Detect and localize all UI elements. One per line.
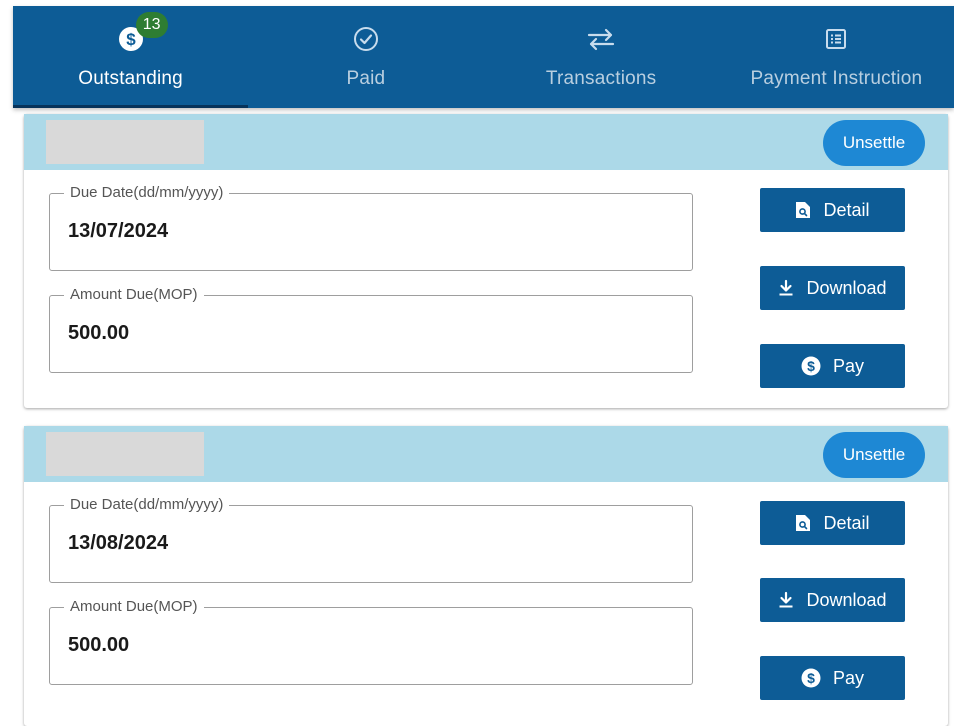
amount-due-field: Amount Due(MOP) 500.00 bbox=[49, 597, 693, 685]
pay-button[interactable]: $ Pay bbox=[760, 344, 905, 388]
dollar-circle-icon: $ bbox=[801, 668, 821, 688]
bill-card: Unsettle Due Date(dd/mm/yyyy) 13/07/2024… bbox=[24, 114, 948, 408]
detail-button-label: Detail bbox=[823, 199, 870, 220]
tab-payment-instruction[interactable]: Payment Instruction bbox=[719, 6, 954, 108]
detail-button[interactable]: Detail bbox=[760, 501, 905, 545]
tab-outstanding[interactable]: $ 13 Outstanding bbox=[13, 6, 249, 108]
pay-button-label: Pay bbox=[832, 667, 865, 688]
download-button[interactable]: Download bbox=[760, 578, 905, 622]
due-date-label: Due Date(dd/mm/yyyy) bbox=[64, 495, 230, 515]
amount-due-label: Amount Due(MOP) bbox=[64, 597, 204, 617]
document-search-icon bbox=[795, 514, 811, 532]
tab-bar: $ 13 Outstanding Paid Transactions Payme… bbox=[13, 6, 954, 108]
download-icon bbox=[778, 591, 794, 609]
amount-due-value: 500.00 bbox=[68, 322, 130, 344]
outstanding-count-badge: 13 bbox=[135, 12, 168, 38]
tab-transactions[interactable]: Transactions bbox=[484, 6, 719, 108]
tab-outstanding-label: Outstanding bbox=[78, 68, 183, 89]
swap-arrows-icon bbox=[586, 24, 616, 54]
dollar-circle-icon: $ bbox=[801, 356, 821, 376]
tab-transactions-label: Transactions bbox=[545, 68, 657, 89]
bill-card-header: Unsettle bbox=[24, 426, 948, 482]
list-document-icon bbox=[824, 24, 848, 54]
document-search-icon bbox=[795, 201, 811, 219]
due-date-value: 13/08/2024 bbox=[68, 532, 169, 554]
bill-card-header: Unsettle bbox=[24, 114, 948, 170]
amount-due-value: 500.00 bbox=[68, 634, 130, 656]
due-date-field: Due Date(dd/mm/yyyy) 13/08/2024 bbox=[49, 495, 693, 583]
amount-due-field: Amount Due(MOP) 500.00 bbox=[49, 285, 693, 373]
due-date-field: Due Date(dd/mm/yyyy) 13/07/2024 bbox=[49, 183, 693, 271]
unsettle-button[interactable]: Unsettle bbox=[823, 120, 925, 166]
bill-id-placeholder bbox=[46, 432, 204, 476]
due-date-label: Due Date(dd/mm/yyyy) bbox=[64, 183, 230, 203]
check-circle-icon bbox=[353, 24, 379, 54]
tab-paid[interactable]: Paid bbox=[248, 6, 483, 108]
pay-button[interactable]: $ Pay bbox=[760, 656, 905, 700]
due-date-value: 13/07/2024 bbox=[68, 220, 169, 242]
download-button-label: Download bbox=[806, 277, 887, 298]
svg-text:$: $ bbox=[807, 358, 815, 374]
pay-button-label: Pay bbox=[832, 355, 865, 376]
detail-button[interactable]: Detail bbox=[760, 188, 905, 232]
unsettle-button[interactable]: Unsettle bbox=[823, 432, 925, 478]
dollar-circle-icon: $ 13 bbox=[118, 12, 168, 54]
download-icon bbox=[778, 279, 794, 297]
tab-payment-instruction-label: Payment Instruction bbox=[750, 68, 923, 89]
svg-text:$: $ bbox=[126, 30, 136, 49]
detail-button-label: Detail bbox=[823, 512, 870, 533]
bill-card: Unsettle Due Date(dd/mm/yyyy) 13/08/2024… bbox=[24, 426, 948, 726]
download-button-label: Download bbox=[806, 589, 887, 610]
download-button[interactable]: Download bbox=[760, 266, 905, 310]
amount-due-label: Amount Due(MOP) bbox=[64, 285, 204, 305]
bill-id-placeholder bbox=[46, 120, 204, 164]
tab-paid-label: Paid bbox=[346, 68, 386, 89]
svg-text:$: $ bbox=[807, 670, 815, 686]
